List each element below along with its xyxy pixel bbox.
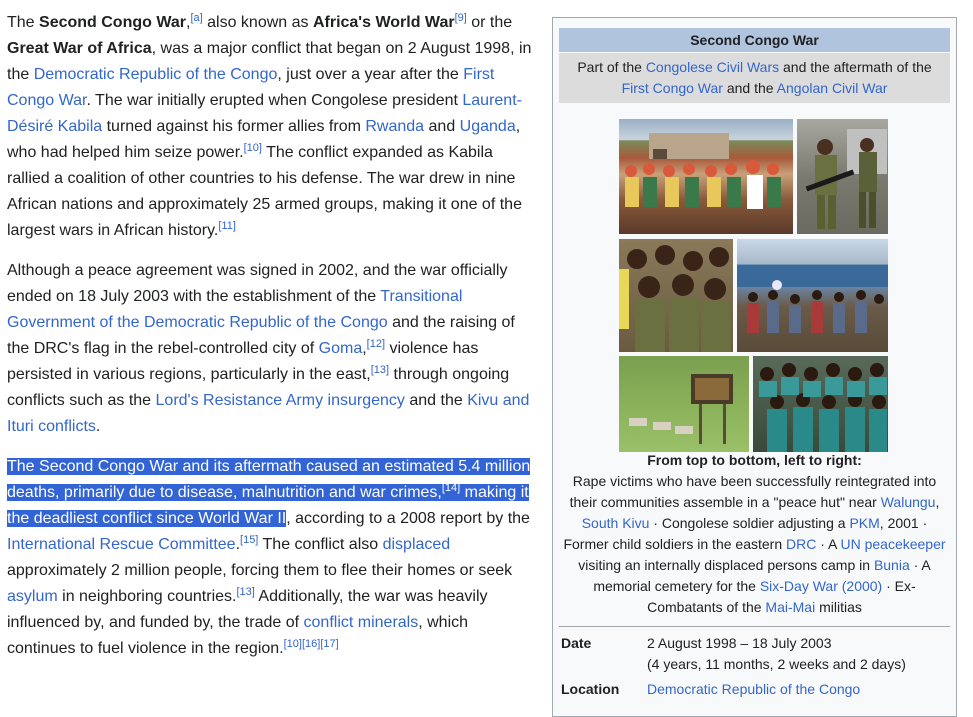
citation-link[interactable]: [14] — [442, 482, 460, 494]
photo-ex-combatants[interactable] — [753, 356, 888, 452]
text: · Congolese soldier adjusting a — [649, 515, 850, 531]
citation-link[interactable]: [9] — [455, 12, 467, 24]
link-bunia[interactable]: Bunia — [874, 557, 910, 573]
text: approximately 2 million people, forcing … — [7, 562, 513, 579]
photo-child-soldiers[interactable] — [619, 239, 733, 352]
bold-alt-name: Africa's World War — [312, 14, 455, 31]
photo-peace-hut-image — [625, 133, 781, 209]
citation-link[interactable]: [17] — [320, 638, 338, 650]
link-first-congo-war[interactable]: First Congo War — [622, 80, 723, 96]
text: , — [935, 494, 940, 510]
text: The — [7, 14, 40, 31]
text: and the — [722, 80, 777, 96]
text: militias — [815, 599, 862, 615]
bold-title: Second Congo War — [39, 14, 186, 31]
citation-link[interactable]: [11] — [218, 220, 236, 232]
text: and the — [404, 392, 468, 409]
infobox-caption: From top to bottom, left to right: Rape … — [553, 450, 956, 618]
date-label: Date — [561, 635, 592, 651]
date-range: 2 August 1998 – 18 July 2003 — [647, 635, 832, 651]
paragraph-casualties: The Second Congo War and its aftermath c… — [7, 454, 537, 662]
text: · A — [816, 536, 841, 552]
link-goma[interactable]: Goma — [319, 340, 363, 357]
caption-heading: From top to bottom, left to right: — [647, 452, 862, 468]
image-collage — [553, 105, 956, 452]
text: , according to a 2008 report by the — [286, 510, 530, 527]
photo-ex-combatants-image — [759, 363, 887, 452]
photo-memorial-cemetery-image — [629, 374, 733, 444]
paragraph-aftermath: Although a peace agreement was signed in… — [7, 258, 537, 440]
link-lra-insurgency[interactable]: Lord's Resistance Army insurgency — [156, 392, 405, 409]
link-drc[interactable]: Democratic Republic of the Congo — [34, 66, 278, 83]
photo-memorial-cemetery[interactable] — [619, 356, 749, 452]
location-label: Location — [561, 681, 620, 697]
photo-child-soldiers-image — [619, 245, 731, 352]
text: The conflict also — [258, 536, 383, 553]
text: The Second Congo War and its aftermath c… — [7, 458, 531, 501]
link-six-day-war[interactable]: Six-Day War (2000) — [760, 578, 882, 594]
bold-alt-name: Great War of Africa — [7, 40, 152, 57]
link-irc[interactable]: International Rescue Committee — [7, 536, 236, 553]
link-congolese-civil-wars[interactable]: Congolese Civil Wars — [646, 59, 779, 75]
text: and — [424, 118, 460, 135]
article-body: The Second Congo War,[a] also known as A… — [7, 10, 537, 676]
link-south-kivu[interactable]: South Kivu — [582, 515, 650, 531]
infobox-divider — [559, 626, 950, 627]
photo-idp-camp[interactable] — [737, 239, 888, 352]
infobox-subtitle: Part of the Congolese Civil Wars and the… — [559, 53, 950, 103]
link-displaced[interactable]: displaced — [383, 536, 451, 553]
citation-link[interactable]: [16] — [302, 638, 320, 650]
photo-idp-camp-image — [737, 265, 888, 333]
text: visiting an internally displaced persons… — [578, 557, 874, 573]
text: in neighboring countries. — [57, 588, 237, 605]
infobox-title: Second Congo War — [559, 28, 950, 52]
text: . The war initially erupted when Congole… — [86, 92, 463, 109]
caption-text: Rape victims who have been successfully … — [559, 471, 950, 618]
text: turned against his former allies from — [102, 118, 366, 135]
citation-link[interactable]: [13] — [236, 586, 254, 598]
note-link[interactable]: [a] — [190, 12, 202, 24]
photo-soldier-pkm[interactable] — [797, 119, 888, 234]
text: and the aftermath of the — [779, 59, 932, 75]
text: Part of the — [577, 59, 646, 75]
text: also known as — [202, 14, 313, 31]
date-duration: (4 years, 11 months, 2 weeks and 2 days) — [647, 656, 906, 672]
date-value: 2 August 1998 – 18 July 2003 (4 years, 1… — [647, 633, 950, 675]
link-mai-mai[interactable]: Mai-Mai — [765, 599, 815, 615]
citation-link[interactable]: [12] — [367, 338, 385, 350]
infobox: Second Congo War Part of the Congolese C… — [552, 17, 957, 717]
link-walungu[interactable]: Walungu — [881, 494, 936, 510]
photo-peace-hut[interactable] — [619, 119, 793, 234]
paragraph-intro: The Second Congo War,[a] also known as A… — [7, 10, 537, 244]
infobox-row-date: Date 2 August 1998 – 18 July 2003 (4 yea… — [559, 631, 950, 677]
link-conflict-minerals[interactable]: conflict minerals — [304, 614, 419, 631]
photo-soldier-pkm-image — [805, 129, 887, 229]
link-pkm[interactable]: PKM — [849, 515, 879, 531]
link-angolan-civil-war[interactable]: Angolan Civil War — [777, 80, 888, 96]
location-value: Democratic Republic of the Congo — [647, 679, 950, 700]
infobox-row-location: Location Democratic Republic of the Cong… — [559, 677, 950, 702]
link-rwanda[interactable]: Rwanda — [365, 118, 424, 135]
link-location-drc[interactable]: Democratic Republic of the Congo — [647, 681, 860, 697]
link-un-peacekeeper[interactable]: UN peacekeeper — [840, 536, 945, 552]
text: , just over a year after the — [277, 66, 464, 83]
text: . — [95, 418, 101, 435]
citation-link[interactable]: [13] — [371, 364, 389, 376]
text: or the — [466, 14, 513, 31]
citation-link[interactable]: [15] — [240, 534, 258, 546]
link-uganda[interactable]: Uganda — [460, 118, 516, 135]
link-asylum[interactable]: asylum — [7, 588, 58, 605]
link-drc[interactable]: DRC — [786, 536, 816, 552]
citation-link[interactable]: [10] — [284, 638, 302, 650]
citation-link[interactable]: [10] — [244, 142, 262, 154]
